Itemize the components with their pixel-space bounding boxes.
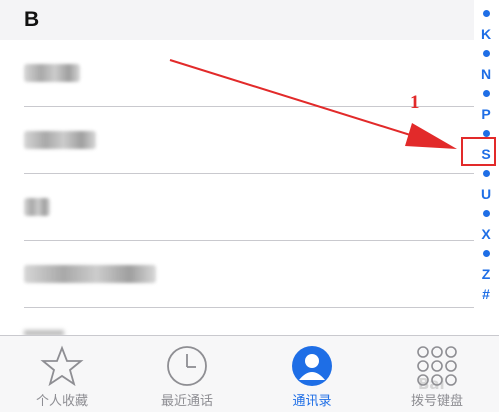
tab-label: 最近通话 xyxy=(160,393,213,408)
tab-bar: 个人收藏 最近通话 通讯录 拨号键盘 xyxy=(0,335,499,412)
watermark: Bai xyxy=(418,375,445,393)
tab-label: 通讯录 xyxy=(292,393,332,408)
arrow-line xyxy=(169,59,437,144)
annotation-number: 1 xyxy=(410,92,420,113)
clock-icon xyxy=(167,346,207,386)
contacts-icon xyxy=(292,346,332,386)
star-icon xyxy=(40,345,84,387)
arrow-head xyxy=(405,123,457,149)
tab-favorites[interactable]: 个人收藏 xyxy=(0,336,124,413)
tab-recents[interactable]: 最近通话 xyxy=(125,336,249,413)
tab-label: 个人收藏 xyxy=(35,393,88,408)
tab-contacts[interactable]: 通讯录 xyxy=(250,336,374,413)
highlight-box xyxy=(461,137,496,166)
